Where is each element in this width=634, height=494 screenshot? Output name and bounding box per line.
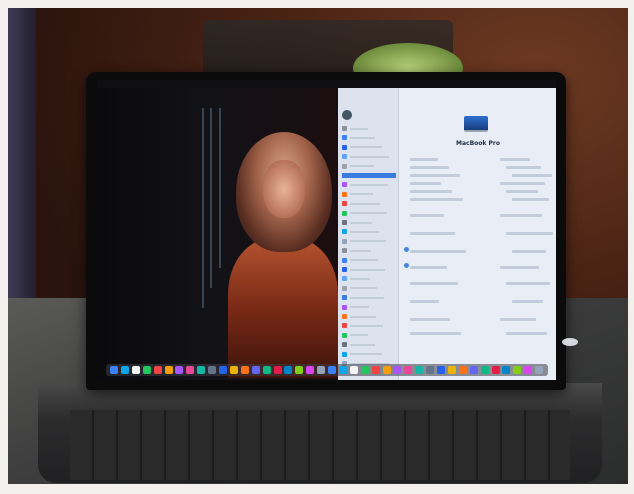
photo-border — [0, 0, 634, 494]
photo: MacBook Pro — [0, 0, 634, 494]
